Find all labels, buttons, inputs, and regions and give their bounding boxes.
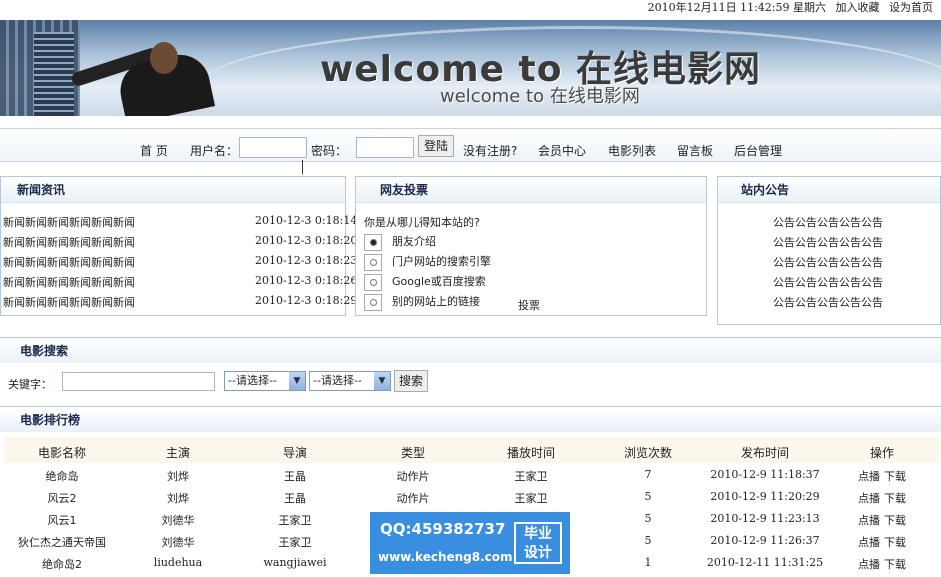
notice-item[interactable]: 公告公告公告公告公告: [773, 294, 883, 310]
ranking-table-header: 电影名称 主演 导演 类型 播放时间 浏览次数 发布时间 操作: [4, 437, 940, 463]
nav-admin[interactable]: 后台管理: [734, 142, 782, 159]
radio-button[interactable]: [364, 233, 382, 251]
vote-submit-button[interactable]: 投票: [518, 297, 540, 313]
datetime-text: 2010年12月11日 11:42:59 星期六: [647, 1, 826, 14]
column-header: 浏览次数: [623, 446, 672, 460]
password-label: 密码：: [311, 144, 348, 158]
chevron-down-icon: ▼: [289, 372, 305, 390]
notice-item[interactable]: 公告公告公告公告公告: [773, 214, 883, 230]
vote-title: 网友投票: [356, 177, 706, 203]
vote-option[interactable]: Google或百度搜索: [364, 273, 486, 291]
column-header: 类型: [400, 446, 425, 460]
username-input[interactable]: [239, 137, 307, 158]
play-link[interactable]: 点播: [858, 492, 880, 505]
table-row: 风云2 刘烨 王晶 动作片 王家卫 5 2010-12-9 11:20:29 点…: [47, 490, 907, 505]
notice-item[interactable]: 公告公告公告公告公告: [773, 234, 883, 250]
column-header: 发布时间: [740, 446, 789, 460]
set-homepage-link[interactable]: 设为首页: [889, 1, 933, 14]
ranking-section-title: 电影排行榜: [0, 406, 941, 432]
column-header: 主演: [165, 446, 190, 460]
category-select-2[interactable]: --请选择-- ▼: [309, 371, 391, 391]
password-input[interactable]: [356, 137, 414, 158]
nav-movie-list[interactable]: 电影列表: [608, 142, 656, 159]
download-link[interactable]: 下载: [884, 558, 906, 571]
top-bar: 2010年12月11日 11:42:59 星期六 加入收藏 设为首页: [0, 0, 941, 18]
download-link[interactable]: 下载: [884, 536, 906, 549]
play-link[interactable]: 点播: [858, 558, 880, 571]
text-cursor-icon: [302, 160, 304, 174]
column-header: 电影名称: [37, 446, 86, 460]
download-link[interactable]: 下载: [884, 470, 906, 483]
play-link[interactable]: 点播: [858, 470, 880, 483]
notice-item[interactable]: 公告公告公告公告公告: [773, 254, 883, 270]
column-header: 导演: [282, 446, 307, 460]
main-nav: 首 页 用户名： 密码： 登陆 没有注册? 会员中心 电影列表 留言板 后台管理: [0, 128, 941, 162]
nav-guestbook[interactable]: 留言板: [677, 142, 713, 159]
keyword-input[interactable]: [62, 372, 215, 391]
vote-panel: 网友投票 你是从哪儿得知本站的? 朋友介绍 门户网站的搜索引擎 Google或百…: [355, 176, 707, 316]
table-row: 绝命岛 刘烨 王晶 动作片 王家卫 7 2010-12-9 11:18:37 点…: [45, 468, 907, 483]
notice-item[interactable]: 公告公告公告公告公告: [773, 274, 883, 290]
nav-home[interactable]: 首 页: [140, 142, 168, 159]
play-link[interactable]: 点播: [858, 536, 880, 549]
news-panel: 新闻资讯 新闻新闻新闻新闻新闻新闻 2010-12-3 0:18:14 新闻新闻新…: [0, 176, 357, 316]
watermark-url: www.kecheng8.com: [378, 550, 513, 564]
vote-option[interactable]: 门户网站的搜索引擎: [364, 253, 491, 271]
play-link[interactable]: 点播: [858, 514, 880, 527]
username-label: 用户名：: [190, 144, 239, 158]
radio-button[interactable]: [364, 253, 382, 271]
nav-member-center[interactable]: 会员中心: [538, 142, 586, 159]
news-title: 新闻资讯: [1, 177, 345, 203]
vote-question: 你是从哪儿得知本站的?: [364, 216, 480, 229]
vote-option[interactable]: 别的网站上的链接: [364, 293, 480, 311]
keyword-label: 关键字：: [8, 378, 52, 391]
search-section-title: 电影搜索: [0, 337, 941, 363]
site-banner: welcome to 在线电影网 welcome to 在线电影网: [0, 20, 941, 116]
vote-option[interactable]: 朋友介绍: [364, 233, 436, 251]
chevron-down-icon: ▼: [374, 372, 390, 390]
watermark-qq: QQ:459382737: [380, 520, 506, 538]
download-link[interactable]: 下载: [884, 514, 906, 527]
man-head-image: [150, 42, 178, 74]
search-bar: 关键字： --请选择-- ▼ --请选择-- ▼ 搜索: [0, 370, 941, 392]
watermark-overlay: QQ:459382737 www.kecheng8.com 毕业 设计: [370, 512, 570, 574]
download-link[interactable]: 下载: [884, 492, 906, 505]
watermark-tag: 毕业 设计: [514, 522, 562, 564]
search-button[interactable]: 搜索: [394, 370, 429, 392]
notice-panel: 站内公告 公告公告公告公告公告 公告公告公告公告公告 公告公告公告公告公告 公告…: [717, 176, 941, 325]
column-header: 播放时间: [506, 446, 555, 460]
radio-button[interactable]: [364, 273, 382, 291]
building-image-2: [34, 32, 74, 116]
add-bookmark-link[interactable]: 加入收藏: [836, 1, 880, 14]
notice-title: 站内公告: [718, 177, 940, 203]
login-button[interactable]: 登陆: [418, 135, 455, 157]
column-header: 操作: [869, 446, 894, 460]
category-select-1[interactable]: --请选择-- ▼: [224, 371, 306, 391]
radio-button[interactable]: [364, 293, 382, 311]
banner-subtitle: welcome to 在线电影网: [440, 86, 640, 107]
register-link[interactable]: 没有注册?: [463, 142, 517, 159]
